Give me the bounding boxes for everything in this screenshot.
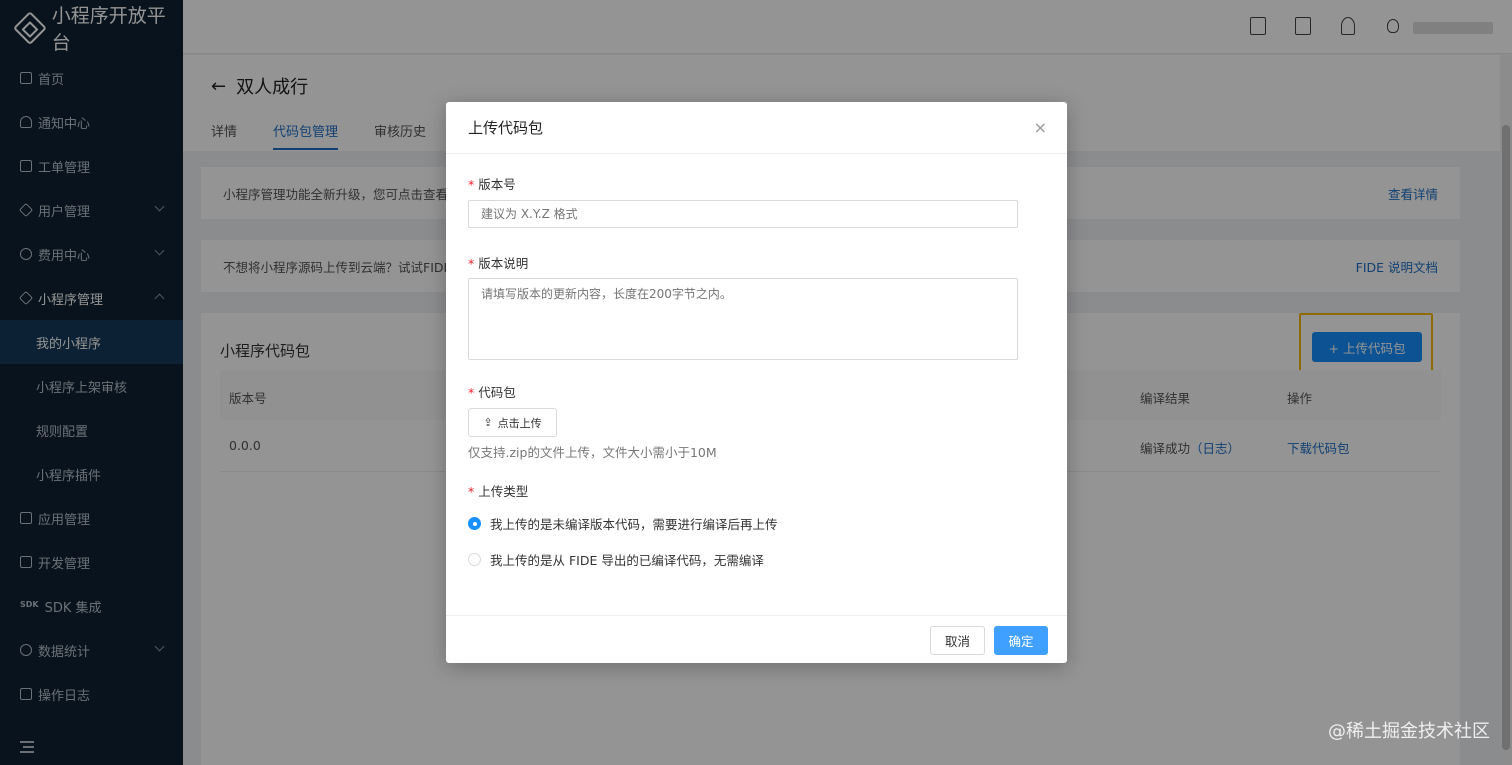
package-label: * 代码包 (468, 385, 516, 400)
cancel-button[interactable]: 取消 (930, 626, 985, 655)
radio-button[interactable] (468, 553, 481, 566)
upload-icon: ⇪ (483, 416, 493, 429)
dialog-title: 上传代码包 (446, 102, 1067, 154)
required-mark: * (468, 385, 475, 400)
radio-compiled[interactable]: 我上传的是从 FIDE 导出的已编译代码，无需编译 (468, 550, 764, 569)
description-label: * 版本说明 (468, 256, 529, 271)
version-label: * 版本号 (468, 177, 516, 192)
dialog-footer: 取消 确定 (446, 615, 1067, 663)
close-icon[interactable]: × (1034, 118, 1047, 137)
watermark: @稀土掘金技术社区 (1328, 721, 1490, 742)
file-upload-button[interactable]: ⇪ 点击上传 (468, 408, 557, 437)
version-input[interactable] (468, 200, 1018, 228)
required-mark: * (468, 256, 475, 271)
upload-type-label: * 上传类型 (468, 484, 529, 499)
required-mark: * (468, 484, 475, 499)
required-mark: * (468, 177, 475, 192)
upload-package-dialog: 上传代码包 × *版本号 *版本说明 *代码包 ⇪点击上传 仅支持.zip的文件… (446, 102, 1067, 663)
radio-uncompiled[interactable]: 我上传的是未编译版本代码，需要进行编译后再上传 (468, 514, 778, 533)
radio-button-checked[interactable] (468, 517, 481, 530)
confirm-button[interactable]: 确定 (994, 626, 1048, 655)
package-hint: 仅支持.zip的文件上传，文件大小需小于10M (468, 445, 717, 460)
description-textarea[interactable] (468, 278, 1018, 360)
